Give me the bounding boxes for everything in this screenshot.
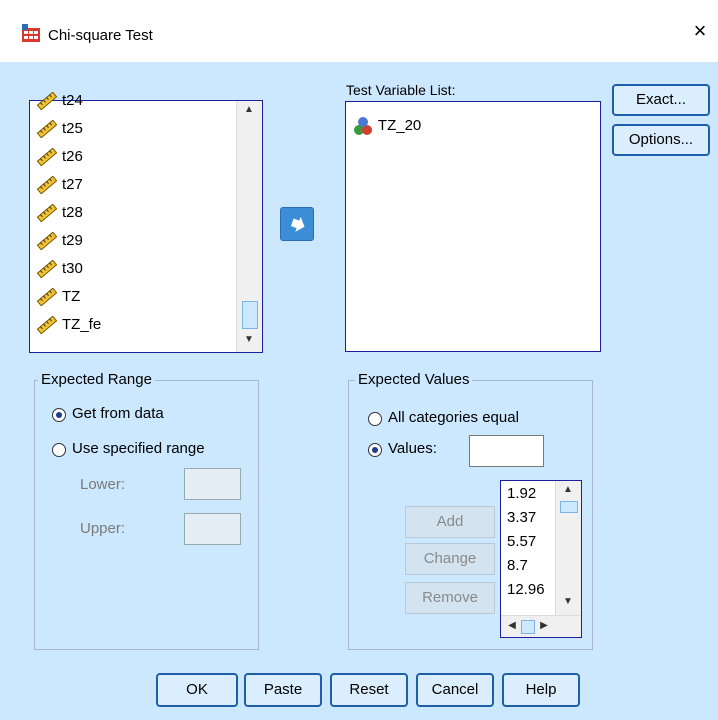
remove-button[interactable]: Remove (405, 582, 495, 614)
window-title: Chi-square Test (48, 27, 153, 44)
title-bar: Chi-square Test × (0, 0, 718, 63)
ruler-scale-icon (36, 316, 58, 335)
get-from-data-radio[interactable] (52, 408, 66, 422)
test-variable-list-label: Test Variable List: (346, 82, 456, 98)
cancel-button[interactable]: Cancel (416, 673, 494, 707)
options-button[interactable]: Options... (612, 124, 710, 156)
test-variable-item[interactable]: TZ_20 (352, 114, 421, 138)
list-item[interactable]: TZ_fe (36, 311, 101, 339)
test-variable-list[interactable]: TZ_20 (345, 101, 601, 352)
scroll-thumb[interactable] (560, 501, 578, 513)
scroll-thumb[interactable] (242, 301, 258, 329)
source-scrollbar[interactable]: ▲ ▼ (236, 101, 262, 352)
ok-button[interactable]: OK (156, 673, 238, 707)
change-label: Change (423, 550, 477, 567)
list-item[interactable]: t26 (36, 143, 83, 171)
scroll-right-icon[interactable]: ▶ (537, 619, 551, 635)
value-list-item[interactable]: 3.37 (507, 509, 536, 526)
test-variable-label: TZ_20 (377, 117, 422, 134)
list-item-label: t27 (62, 176, 83, 193)
list-item[interactable]: t28 (36, 199, 83, 227)
values-input[interactable] (469, 435, 544, 467)
value-list-item[interactable]: 12.96 (507, 581, 545, 598)
ruler-scale-icon (36, 232, 58, 251)
ok-label: OK (186, 681, 208, 698)
list-item[interactable]: t27 (36, 171, 83, 199)
lower-label: Lower: (80, 476, 126, 493)
help-button[interactable]: Help (502, 673, 580, 707)
list-item[interactable]: t30 (36, 255, 83, 283)
nominal-variable-icon (354, 117, 372, 136)
values-hscrollbar[interactable]: ◀ ▶ (501, 615, 581, 637)
scroll-down-icon[interactable]: ▼ (556, 595, 580, 611)
scroll-down-icon[interactable]: ▼ (237, 333, 261, 349)
hscroll-thumb[interactable] (521, 620, 535, 634)
cancel-label: Cancel (431, 681, 479, 698)
expected-range-legend: Expected Range (38, 371, 155, 388)
reset-label: Reset (349, 681, 389, 698)
scroll-up-icon[interactable]: ▲ (237, 103, 261, 119)
options-label: Options... (628, 131, 694, 148)
list-item[interactable]: t29 (36, 227, 83, 255)
upper-input[interactable] (184, 513, 241, 545)
close-icon[interactable]: × (688, 19, 712, 43)
scroll-up-icon[interactable]: ▲ (556, 483, 580, 499)
list-item-label: t28 (62, 204, 83, 221)
list-item[interactable]: t24 (36, 87, 83, 115)
use-specified-range-radio[interactable] (52, 443, 66, 457)
expected-values-legend: Expected Values (355, 371, 473, 388)
value-list-item[interactable]: 8.7 (507, 557, 528, 574)
list-item-label: t30 (62, 260, 83, 277)
upper-label: Upper: (80, 520, 126, 537)
add-button[interactable]: Add (405, 506, 495, 538)
ruler-scale-icon (36, 120, 58, 139)
paste-button[interactable]: Paste (244, 673, 322, 707)
paste-label: Paste (263, 681, 303, 698)
value-list-item[interactable]: 1.92 (507, 485, 536, 502)
list-item[interactable]: TZ (36, 283, 80, 311)
all-categories-equal-label[interactable]: All categories equal (388, 409, 519, 426)
lower-input[interactable] (184, 468, 241, 500)
values-radio[interactable] (368, 443, 382, 457)
ruler-scale-icon (36, 176, 58, 195)
list-item-label: TZ (62, 288, 81, 305)
arrow-right-icon (290, 216, 305, 232)
ruler-scale-icon (36, 288, 58, 307)
list-item-label: t29 (62, 232, 83, 249)
ruler-scale-icon (36, 148, 58, 167)
help-label: Help (525, 681, 557, 698)
values-vscrollbar[interactable]: ▲ ▼ (555, 481, 581, 615)
exact-label: Exact... (635, 91, 687, 108)
remove-label: Remove (422, 589, 478, 606)
list-item-label: t26 (62, 148, 83, 165)
all-categories-equal-radio[interactable] (368, 412, 382, 426)
list-item-label: TZ_fe (62, 316, 102, 333)
list-item-label: t24 (62, 92, 83, 109)
move-variable-button[interactable] (280, 207, 314, 241)
expected-values-list[interactable]: 1.92 3.37 5.57 8.7 12.96 ▲ ▼ ◀ ▶ (500, 480, 582, 638)
spss-chart-icon (20, 22, 42, 44)
use-specified-range-label[interactable]: Use specified range (72, 440, 205, 457)
ruler-scale-icon (36, 92, 58, 111)
add-label: Add (436, 513, 464, 530)
change-button[interactable]: Change (405, 543, 495, 575)
source-variable-list[interactable]: t24 t25 t26 t27 t28 t29 t30 TZ TZ_fe ▲ ▼ (29, 92, 263, 353)
value-list-item[interactable]: 5.57 (507, 533, 536, 550)
exact-button[interactable]: Exact... (612, 84, 710, 116)
values-label[interactable]: Values: (388, 440, 437, 457)
list-item[interactable]: t25 (36, 115, 83, 143)
ruler-scale-icon (36, 204, 58, 223)
list-item-label: t25 (62, 120, 83, 137)
reset-button[interactable]: Reset (330, 673, 408, 707)
scroll-left-icon[interactable]: ◀ (505, 619, 519, 635)
get-from-data-label[interactable]: Get from data (72, 405, 164, 422)
ruler-scale-icon (36, 260, 58, 279)
